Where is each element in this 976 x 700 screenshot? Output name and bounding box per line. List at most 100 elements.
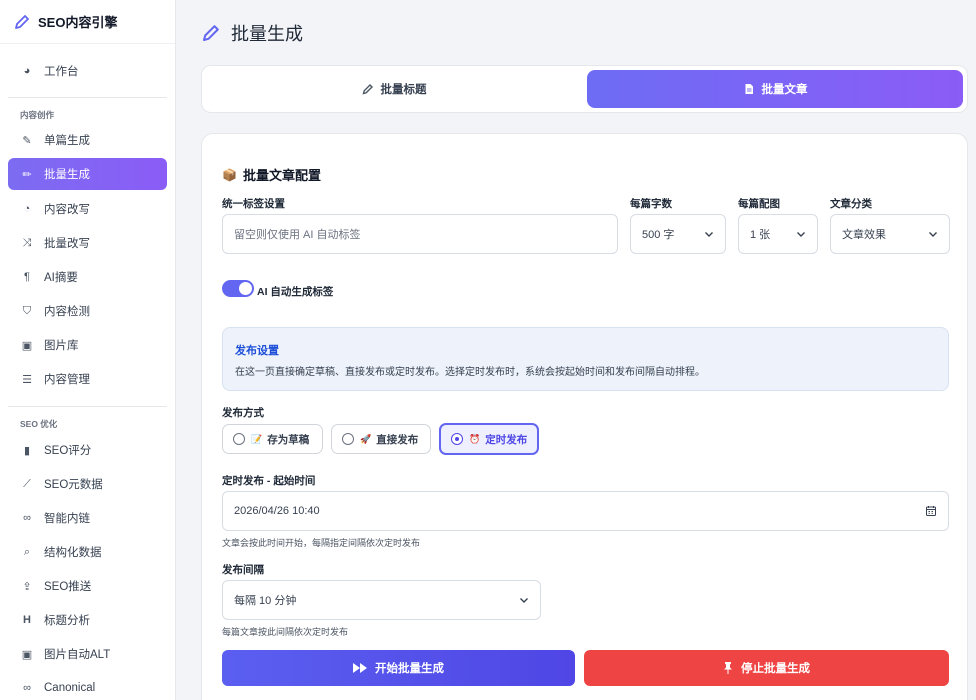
sidebar-item-internal-links[interactable]: ∞ 智能内链 bbox=[8, 502, 167, 534]
dashboard-icon: ◕ bbox=[23, 65, 31, 77]
sidebar-item-summary[interactable]: ¶ AI摘要 bbox=[8, 261, 167, 293]
sidebar-item-detect[interactable]: ⛉ 内容检测 bbox=[8, 295, 167, 327]
images-select[interactable]: 1 张 bbox=[738, 214, 818, 254]
schedule-datetime-input[interactable]: 2026/04/26 10:40 bbox=[222, 491, 949, 531]
sidebar-item-title-analysis[interactable]: H 标题分析 bbox=[8, 604, 167, 636]
words-select[interactable]: 500 字 bbox=[630, 214, 726, 254]
sidebar-item-manage[interactable]: ☰ 内容管理 bbox=[8, 363, 167, 395]
shuffle-icon: ⤨ bbox=[22, 236, 32, 249]
chevron-down-icon bbox=[797, 232, 805, 237]
tab-label: 批量标题 bbox=[380, 84, 427, 96]
sidebar-item-single[interactable]: ✎ 单篇生成 bbox=[8, 124, 167, 156]
section-title-content: 内容创作 bbox=[20, 110, 55, 120]
publish-mode-label-scheduled: 定时发布 bbox=[485, 433, 528, 446]
pie-icon: ◔ bbox=[23, 203, 31, 215]
interval-select[interactable]: 每隔 10 分钟 bbox=[222, 580, 541, 620]
brand-title: SEO内容引擎 bbox=[38, 15, 118, 30]
shield-icon: ⛉ bbox=[22, 304, 32, 317]
sidebar-item-label: SEO推送 bbox=[44, 581, 92, 593]
publish-info-title: 发布设置 bbox=[235, 345, 279, 357]
section-heading: 📦 批量文章配置 bbox=[222, 165, 321, 184]
package-icon: 📦 bbox=[222, 167, 237, 182]
sidebar-item-label: 批量生成 bbox=[44, 169, 90, 181]
tags-input[interactable]: 留空则仅使用 AI 自动标签 bbox=[222, 214, 618, 254]
brand[interactable]: SEO内容引擎 bbox=[0, 0, 175, 44]
publish-mode-label-direct: 直接发布 bbox=[376, 433, 419, 446]
link-icon: ∞ bbox=[23, 682, 31, 694]
sidebar: SEO内容引擎 ◕ 工作台 内容创作 ✎ 单篇生成 ✏ 批量生成 ◔ 内容改写 … bbox=[0, 0, 176, 700]
stop-batch-button[interactable]: 停止批量生成 bbox=[584, 650, 949, 686]
sidebar-item-label: 单篇生成 bbox=[44, 135, 90, 147]
auto-tag-toggle[interactable] bbox=[222, 279, 254, 297]
images-label: 每篇配图 bbox=[738, 198, 780, 210]
schedule-label: 定时发布 - 起始时间 bbox=[222, 475, 316, 487]
sidebar-item-seo-meta[interactable]: ⟋ SEO元数据 bbox=[8, 468, 167, 500]
publish-mode-draft[interactable]: 📝 存为草稿 bbox=[222, 424, 323, 454]
batch-article-config-card: 📦 批量文章配置 统一标签设置 留空则仅使用 AI 自动标签 每篇字数 500 … bbox=[201, 133, 968, 700]
section-title-seo: SEO 优化 bbox=[20, 419, 58, 429]
sidebar-item-label: 结构化数据 bbox=[44, 547, 102, 559]
sidebar-item-label: 内容管理 bbox=[44, 374, 90, 386]
start-batch-button[interactable]: 开始批量生成 bbox=[222, 650, 575, 686]
sidebar-item-label: 智能内链 bbox=[44, 513, 90, 525]
sidebar-item-batch[interactable]: ✏ 批量生成 bbox=[8, 158, 167, 190]
bar-chart-icon: ▮ bbox=[23, 444, 31, 457]
sidebar-item-structured[interactable]: ⌕ 结构化数据 bbox=[8, 536, 167, 568]
images-value: 1 张 bbox=[750, 229, 771, 241]
words-label: 每篇字数 bbox=[630, 198, 672, 210]
sidebar-item-label: AI摘要 bbox=[44, 272, 78, 284]
radio-icon bbox=[233, 433, 245, 445]
radio-icon bbox=[342, 433, 354, 445]
tags-label: 统一标签设置 bbox=[222, 198, 285, 210]
sidebar-item-image-alt[interactable]: ▣ 图片自动ALT bbox=[8, 638, 167, 670]
sidebar-item-images[interactable]: ▣ 图片库 bbox=[8, 329, 167, 361]
sidebar-item-label: 内容检测 bbox=[44, 306, 90, 318]
tab-batch-articles[interactable]: 批量文章 bbox=[587, 70, 963, 108]
interval-label: 发布间隔 bbox=[222, 564, 264, 576]
calendar-icon[interactable] bbox=[925, 505, 937, 517]
divider bbox=[8, 406, 167, 407]
start-batch-label: 开始批量生成 bbox=[375, 663, 444, 675]
interval-hint: 每篇文章按此间隔依次定时发布 bbox=[222, 627, 349, 637]
pencil-icon: ✏ bbox=[22, 168, 32, 181]
category-value: 文章效果 bbox=[842, 229, 886, 241]
sidebar-item-label: SEO评分 bbox=[44, 445, 92, 457]
sidebar-item-rewrite[interactable]: ◔ 内容改写 bbox=[8, 193, 167, 225]
pencil-icon bbox=[203, 25, 219, 41]
image-icon: ▣ bbox=[21, 339, 33, 352]
memo-icon: 📝 bbox=[251, 433, 263, 444]
tab-batch-titles[interactable]: 批量标题 bbox=[206, 70, 582, 108]
sidebar-item-label: 图片库 bbox=[44, 340, 79, 352]
fast-forward-icon bbox=[353, 663, 367, 673]
sidebar-item-seo-score[interactable]: ▮ SEO评分 bbox=[8, 434, 167, 466]
publish-mode-label-draft: 存为草稿 bbox=[267, 433, 310, 446]
link-icon: ∞ bbox=[23, 512, 31, 524]
sidebar-item-label: Canonical bbox=[44, 682, 96, 694]
radio-selected-icon bbox=[451, 433, 463, 445]
sidebar-item-canonical[interactable]: ∞ Canonical bbox=[8, 672, 167, 700]
divider bbox=[8, 97, 167, 98]
schedule-hint: 文章会按此时间开始，每隔指定间隔依次定时发布 bbox=[222, 538, 421, 548]
sidebar-item-batch-rewrite[interactable]: ⤨ 批量改写 bbox=[8, 227, 167, 259]
publish-mode-scheduled[interactable]: ⏰ 定时发布 bbox=[439, 423, 539, 455]
sidebar-item-label: SEO元数据 bbox=[44, 479, 103, 491]
sidebar-item-seo-push[interactable]: ⇪ SEO推送 bbox=[8, 570, 167, 602]
document-icon bbox=[745, 84, 753, 94]
sidebar-item-dashboard[interactable]: ◕ 工作台 bbox=[8, 55, 167, 87]
share-icon: ⇪ bbox=[22, 580, 32, 593]
publish-info-box: 发布设置 在这一页直接确定草稿、直接发布或定时发布。选择定时发布时，系统会按起始… bbox=[222, 327, 949, 391]
publish-mode-direct[interactable]: 🚀 直接发布 bbox=[331, 424, 431, 454]
heading-icon: H bbox=[23, 614, 31, 626]
mode-tabs: 批量标题 批量文章 bbox=[201, 65, 968, 113]
interval-value: 每隔 10 分钟 bbox=[234, 595, 297, 607]
list-icon: ☰ bbox=[22, 373, 32, 386]
category-select[interactable]: 文章效果 bbox=[830, 214, 950, 254]
publish-info-text: 在这一页直接确定草稿、直接发布或定时发布。选择定时发布时，系统会按起始时间和发布… bbox=[235, 367, 705, 378]
page-title: 批量生成 bbox=[201, 20, 303, 46]
page-title-text: 批量生成 bbox=[231, 24, 303, 44]
chevron-down-icon bbox=[929, 232, 937, 237]
sidebar-item-label: 工作台 bbox=[44, 66, 79, 78]
section-heading-text: 批量文章配置 bbox=[242, 168, 321, 183]
search-icon: ⌕ bbox=[23, 545, 31, 558]
pencil-icon bbox=[15, 14, 29, 29]
